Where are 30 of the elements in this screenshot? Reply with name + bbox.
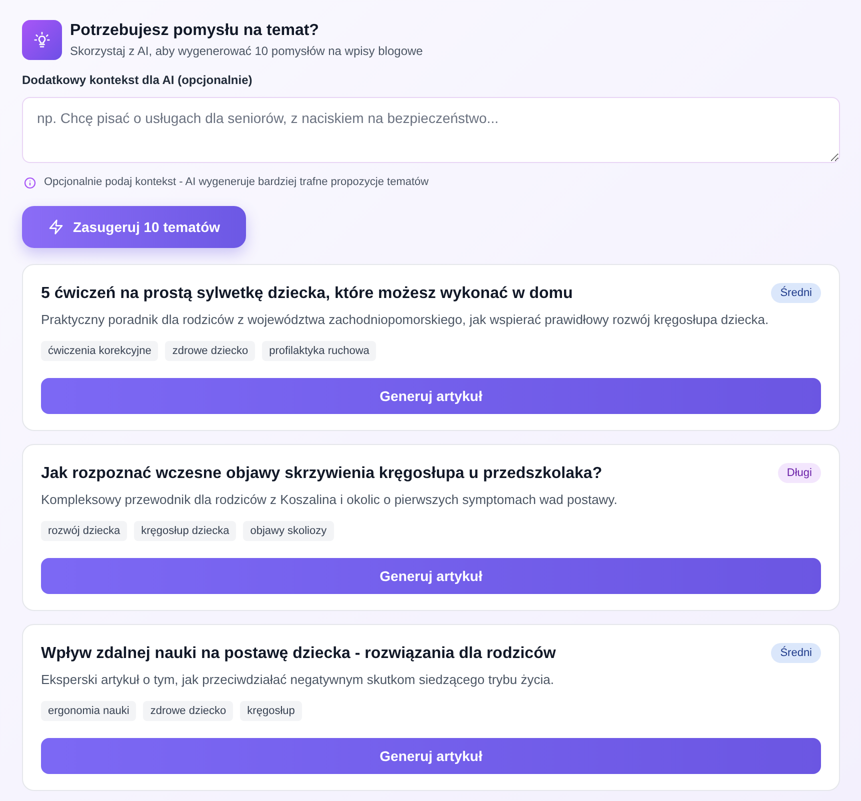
- tag: zdrowe dziecko: [143, 701, 234, 721]
- tag: kręgosłup dziecka: [134, 521, 236, 541]
- section-title: Potrzebujesz pomysłu na temat?: [70, 21, 320, 41]
- tag: zdrowe dziecko: [165, 341, 256, 361]
- generate-article-button[interactable]: Generuj artykuł: [41, 558, 821, 594]
- tag: profilaktyka ruchowa: [262, 341, 376, 361]
- context-label: Dodatkowy kontekst dla AI (opcjonalnie): [22, 72, 254, 88]
- topic-title: Wpływ zdalnej nauki na postawę dziecka - rozwiązania dla rodziców: [41, 644, 556, 664]
- lightning-icon: [48, 219, 64, 235]
- context-textarea[interactable]: np. Chcę pisać o usługach dla seniorów, z naciskiem na bezpieczeństwo...: [22, 97, 840, 163]
- tag: objawy skoliozy: [243, 521, 334, 541]
- hint-text: Opcjonalnie podaj kontekst - AI wygeneruje bardziej trafne propozycje tematów: [44, 175, 429, 189]
- lightbulb-icon: [22, 20, 62, 60]
- length-badge: Średni: [771, 643, 821, 663]
- generate-article-button[interactable]: Generuj artykuł: [41, 378, 821, 414]
- length-badge: Średni: [771, 283, 821, 303]
- length-badge: Długi: [778, 463, 821, 483]
- tag: kręgosłup: [240, 701, 302, 721]
- topic-description: Eksperski artykuł o tym, jak przeciwdziałać negatywnym skutkom siedzącego trybu życia.: [41, 671, 555, 689]
- topic-description: Praktyczny poradnik dla rodziców z województwa zachodniopomorskiego, jak wspierać prawidłowy rozwój kręgosłupa dziecka.: [41, 311, 770, 329]
- topic-title: Jak rozpoznać wczesne objawy skrzywienia kręgosłupa u przedszkolaka?: [41, 464, 602, 484]
- info-icon: [24, 177, 36, 189]
- generate-article-button[interactable]: Generuj artykuł: [41, 738, 821, 774]
- topic-description: Kompleksowy przewodnik dla rodziców z Koszalina i okolic o pierwszych symptomach wad postawy.: [41, 491, 618, 509]
- topic-title: 5 ćwiczeń na prostą sylwetkę dziecka, które możesz wykonać w domu: [41, 284, 573, 304]
- section-subtitle: Skorzystaj z AI, aby wygenerować 10 pomysłów na wpisy blogowe: [70, 43, 423, 59]
- tag: ergonomia nauki: [41, 701, 136, 721]
- tag: rozwój dziecka: [41, 521, 128, 541]
- tag: ćwiczenia korekcyjne: [41, 341, 158, 361]
- suggest-topics-button[interactable]: Zasugeruj 10 tematów: [22, 206, 246, 248]
